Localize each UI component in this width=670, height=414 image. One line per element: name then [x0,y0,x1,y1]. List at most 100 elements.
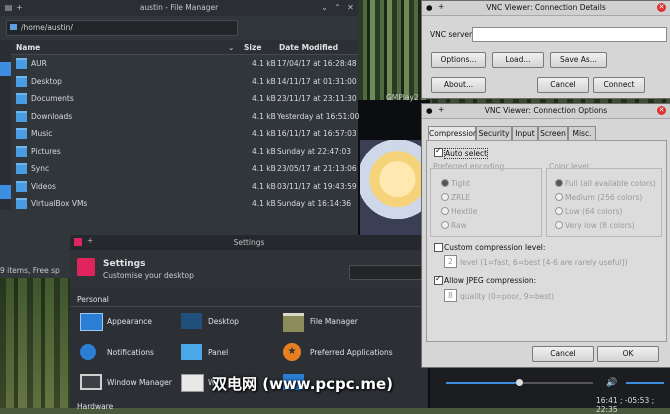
close-icon[interactable]: ✕ [657,3,666,12]
file-date: 23/11/17 at 23:11:30 [277,94,357,103]
vnc-options-window: ● + VNC Viewer: Connection Options ✕ Com… [421,103,670,368]
file-row[interactable]: VirtualBox VMs 4.1 kB Sunday at 16:14:36 [11,195,358,213]
location-path: /home/austin/ [21,23,73,32]
file-row[interactable]: Videos 4.1 kB 03/11/17 at 19:43:59 [11,178,358,196]
file-size: 4.1 kB [252,146,276,156]
file-name: VirtualBox VMs [31,199,88,208]
tab-security[interactable]: Security [476,126,512,140]
seek-bar[interactable] [446,382,516,384]
color-label: Very low (8 colors) [565,221,635,230]
connect-button[interactable]: Connect [593,77,645,93]
encoding-radio-zrle[interactable] [441,193,449,201]
encoding-radio-tight[interactable] [441,179,449,187]
color-label: Full (all available colors) [565,179,656,188]
encoding-label: Raw [451,221,467,230]
file-date: 14/11/17 at 01:31:00 [277,76,357,86]
compression-level-input[interactable]: 2 [444,255,457,268]
allow-jpeg-label: Allow JPEG compression: [444,276,537,285]
load-button[interactable]: Load... [492,52,544,68]
file-row[interactable]: Pictures 4.1 kB Sunday at 22:47:03 [11,143,358,161]
item-label: Appearance [107,317,153,326]
color-radio-very-low[interactable] [555,221,563,229]
volume-slider[interactable] [626,382,664,384]
folder-icon [16,75,27,87]
file-row[interactable]: Documents 4.1 kB 23/11/17 at 23:11:30 [11,90,358,108]
allow-jpeg-checkbox[interactable]: ✓ [434,274,443,285]
column-date[interactable]: Date Modified [279,43,338,52]
about-button[interactable]: About... [431,77,486,93]
encoding-radio-raw[interactable] [441,221,449,229]
maximize-icon[interactable]: ⌃ [333,3,342,12]
minimize-icon[interactable]: ⌄ [320,3,329,12]
desktop-icon [181,313,202,329]
file-row[interactable]: Downloads 4.1 kB Yesterday at 16:51:00 [11,108,360,126]
file-row[interactable]: Music 4.1 kB 16/11/17 at 16:57:03 [11,125,358,143]
jpeg-quality-input[interactable]: 8 [444,289,457,302]
settings-window-title: Settings [233,238,265,247]
folder-icon [16,145,27,157]
seek-handle[interactable] [516,379,523,386]
file-name: Pictures [31,146,61,156]
vnc-options-titlebar: ● + VNC Viewer: Connection Options ✕ [422,104,670,119]
folder-icon [16,163,27,174]
appearance-icon [80,313,103,331]
color-radio-medium[interactable] [555,193,563,201]
compression-hint: level (1=fast, 6=best [4-6 are rarely us… [460,258,628,267]
close-icon[interactable]: ✕ [657,106,666,115]
ok-button[interactable]: OK [597,346,659,362]
time-readout: 16:41 ; -05:53 ; 22:35 [596,396,655,414]
tab-compression[interactable]: Compression [428,126,478,141]
sidebar-item-places[interactable] [0,62,11,76]
jpeg-hint: quality (0=poor, 9=best) [460,292,555,301]
media-label: GMPlay2 [386,93,419,102]
options-button[interactable]: Options... [431,52,486,68]
encoding-label: Hextile [451,207,478,216]
column-size[interactable]: Size [244,43,261,52]
custom-compression-checkbox[interactable] [434,243,443,252]
file-row[interactable]: AUR 4.1 kB 17/04/17 at 16:28:48 [11,55,358,73]
column-name[interactable]: Name [16,43,40,52]
list-header: Name ⌄ Size Date Modified [11,40,358,55]
section-personal: Personal [77,295,109,304]
vnc-server-input[interactable] [472,27,667,42]
file-size: 4.1 kB [252,76,276,86]
color-radio-full[interactable] [555,179,563,187]
tab-misc[interactable]: Misc. [568,126,596,140]
custom-compression-label: Custom compression level: [444,243,546,252]
settings-title: Settings [103,259,146,269]
media-controls: 🔊 16:41 ; -05:53 ; 22:35 [430,368,670,414]
file-row[interactable]: Desktop 4.1 kB 14/11/17 at 01:31:00 [11,73,358,91]
tab-input[interactable]: Input [512,126,538,140]
jpeg-quality-value: 8 [448,291,453,300]
vnc-details-titlebar: ● + VNC Viewer: Connection Details ✕ [422,1,670,16]
encoding-label: ZRLE [451,193,471,202]
volume-icon[interactable]: 🔊 [606,378,617,388]
folder-icon [16,93,27,104]
auto-select-checkbox[interactable]: ✓ [434,146,443,157]
settings-titlebar: + Settings [70,235,428,250]
sort-icon[interactable]: ⌄ [228,43,234,52]
settings-logo-icon [77,258,95,276]
cancel-button[interactable]: Cancel [532,346,594,362]
file-size: 4.1 kB [252,129,276,138]
item-label: Panel [208,348,229,357]
sidebar-item-devices[interactable] [0,185,11,199]
file-name: Videos [31,181,56,191]
color-radio-low[interactable] [555,207,563,215]
item-label: File Manager [310,317,358,326]
cancel-button[interactable]: Cancel [537,77,589,93]
encoding-radio-hextile[interactable] [441,207,449,215]
file-row[interactable]: Sync 4.1 kB 23/05/17 at 21:13:06 [11,160,358,178]
file-date: 16/11/17 at 16:57:03 [277,129,357,138]
vnc-details-title: VNC Viewer: Connection Details [486,3,606,12]
window-manager-icon [80,374,102,390]
file-date: Yesterday at 16:51:00 [277,111,360,121]
close-icon[interactable]: ✕ [346,3,355,12]
color-label: Medium (256 colors) [565,193,643,202]
file-name: AUR [31,59,47,68]
tab-screen[interactable]: Screen [538,126,568,140]
settings-search-input[interactable] [349,265,425,280]
location-bar[interactable]: /home/austin/ [6,20,238,36]
save-as-button[interactable]: Save As... [550,52,607,68]
item-label: Notifications [107,348,154,357]
